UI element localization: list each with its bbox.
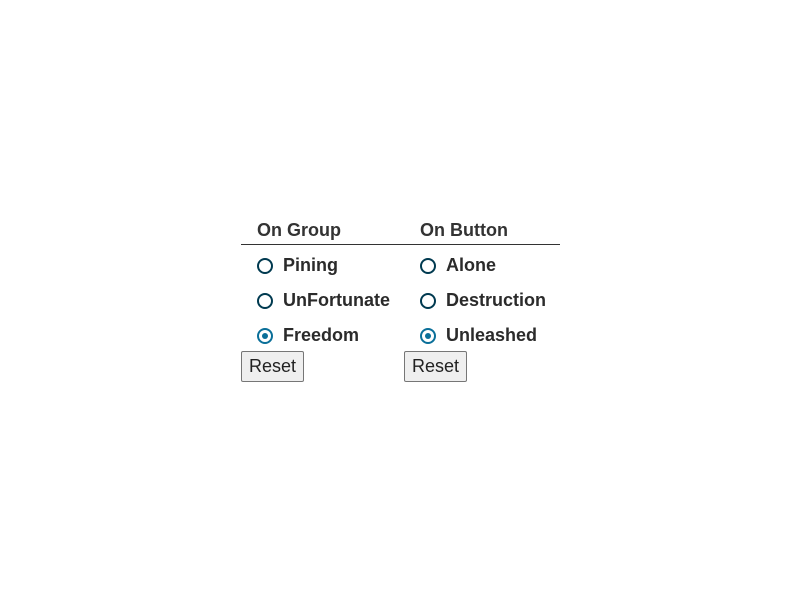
radio-button[interactable]	[257, 257, 273, 274]
radio-group-on-group: Pining UnFortunate Freedom Reset	[241, 245, 404, 382]
radio-label: Destruction	[446, 290, 547, 310]
radio-button[interactable]	[420, 257, 436, 274]
reset-button-on-button[interactable]: Reset	[404, 351, 468, 382]
radio-option-alone[interactable]: Alone	[420, 248, 560, 283]
radio-label: UnFortunate	[283, 290, 390, 310]
group-heading-on-group: On Group	[257, 220, 341, 240]
column-headers: On Group On Button	[241, 218, 560, 245]
radio-label: Unleashed	[446, 325, 538, 345]
radio-button[interactable]	[420, 327, 436, 344]
radio-option-destruction[interactable]: Destruction	[420, 283, 560, 318]
radio-option-unleashed[interactable]: Unleashed	[420, 318, 560, 353]
group-heading-on-button: On Button	[420, 220, 508, 240]
reset-button-on-group[interactable]: Reset	[241, 351, 305, 382]
radio-button[interactable]	[420, 292, 436, 309]
radio-label: Pining	[283, 255, 338, 275]
radio-option-unfortunate[interactable]: UnFortunate	[257, 283, 404, 318]
radio-button[interactable]	[257, 327, 273, 344]
radio-label: Alone	[446, 255, 497, 275]
radio-option-pining[interactable]: Pining	[257, 248, 404, 283]
radio-label: Freedom	[283, 325, 360, 345]
radio-groups-panel: On Group On Button Pining UnFortunate Fr…	[241, 218, 560, 382]
radio-option-freedom[interactable]: Freedom	[257, 318, 404, 353]
radio-group-on-button: Alone Destruction Unleashed Reset	[404, 245, 560, 382]
radio-button[interactable]	[257, 292, 273, 309]
